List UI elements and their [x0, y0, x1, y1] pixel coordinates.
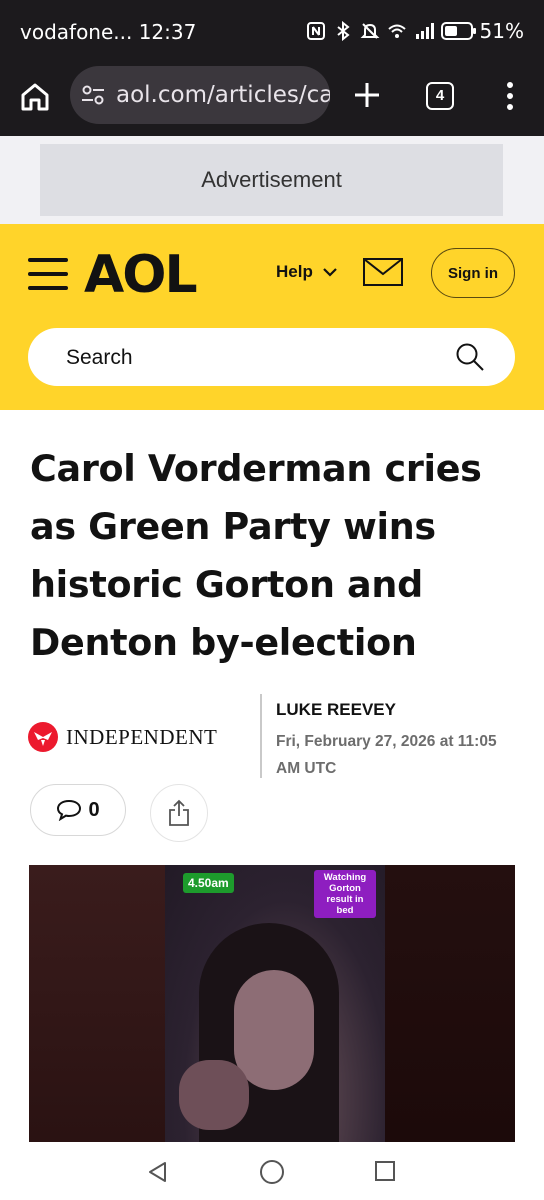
video-caption-tag: Watching Gorton result in bed — [314, 870, 376, 918]
home-icon[interactable] — [18, 80, 52, 114]
aol-logo[interactable]: AOL — [84, 245, 198, 305]
byline-divider — [260, 694, 262, 778]
video-time-tag: 4.50am — [183, 873, 234, 893]
search-icon[interactable] — [455, 342, 485, 372]
browser-toolbar: aol.com/articles/carol-vorderman 4 — [0, 62, 544, 136]
site-settings-icon[interactable] — [80, 83, 106, 107]
help-label: Help — [276, 262, 313, 281]
more-vert-icon[interactable] — [500, 80, 520, 112]
hamburger-icon[interactable] — [28, 258, 70, 292]
recents-icon[interactable] — [374, 1160, 396, 1182]
article-video[interactable]: 4.50am Watching Gorton result in bed — [29, 865, 515, 1142]
help-menu[interactable]: Help — [276, 262, 337, 282]
sign-in-button[interactable]: Sign in — [431, 248, 515, 298]
advertisement-label: Advertisement — [201, 167, 342, 192]
eagle-icon — [28, 722, 58, 752]
chevron-down-icon — [323, 268, 337, 277]
carrier-time: vodafone... 12:37 — [20, 20, 197, 44]
article-headline: Carol Vorderman cries as Green Party win… — [30, 447, 482, 664]
comment-icon — [57, 799, 82, 821]
back-icon[interactable] — [146, 1160, 170, 1184]
system-nav-bar — [0, 1142, 544, 1200]
publisher-name: INDEPENDENT — [66, 724, 218, 749]
battery-percent: 51% — [479, 19, 524, 43]
ad-strip: Advertisement — [0, 136, 544, 224]
status-icons: 51% — [306, 19, 524, 43]
signal-icon — [415, 23, 434, 39]
search-bar[interactable]: Search — [28, 328, 515, 386]
wifi-icon — [387, 24, 406, 38]
plus-icon[interactable] — [352, 80, 382, 110]
battery-icon — [440, 22, 476, 40]
site-header: AOL Help Sign in Search — [0, 224, 544, 410]
advertisement[interactable]: Advertisement — [40, 144, 503, 216]
share-icon — [169, 799, 189, 826]
url-text[interactable]: aol.com/articles/carol-vorderman — [116, 82, 330, 108]
home-nav-icon[interactable] — [259, 1159, 285, 1185]
publisher-logo[interactable]: INDEPENDENT — [28, 722, 217, 752]
mute-icon — [360, 23, 379, 39]
share-button[interactable] — [150, 784, 208, 842]
search-input[interactable]: Search — [66, 346, 133, 370]
nfc-icon — [306, 22, 325, 40]
address-bar[interactable]: aol.com/articles/carol-vorderman — [70, 66, 330, 124]
publish-date: Fri, February 27, 2026 at 11:05 AM UTC — [276, 733, 497, 777]
status-bar: vodafone... 12:37 51% — [0, 0, 544, 62]
bluetooth-icon — [336, 21, 350, 41]
comment-count: 0 — [88, 798, 100, 821]
mail-icon[interactable] — [362, 256, 404, 288]
comments-button[interactable]: 0 — [30, 784, 126, 836]
tab-switcher-button[interactable]: 4 — [426, 82, 454, 110]
author-name[interactable]: LUKE REEVEY — [276, 700, 396, 720]
